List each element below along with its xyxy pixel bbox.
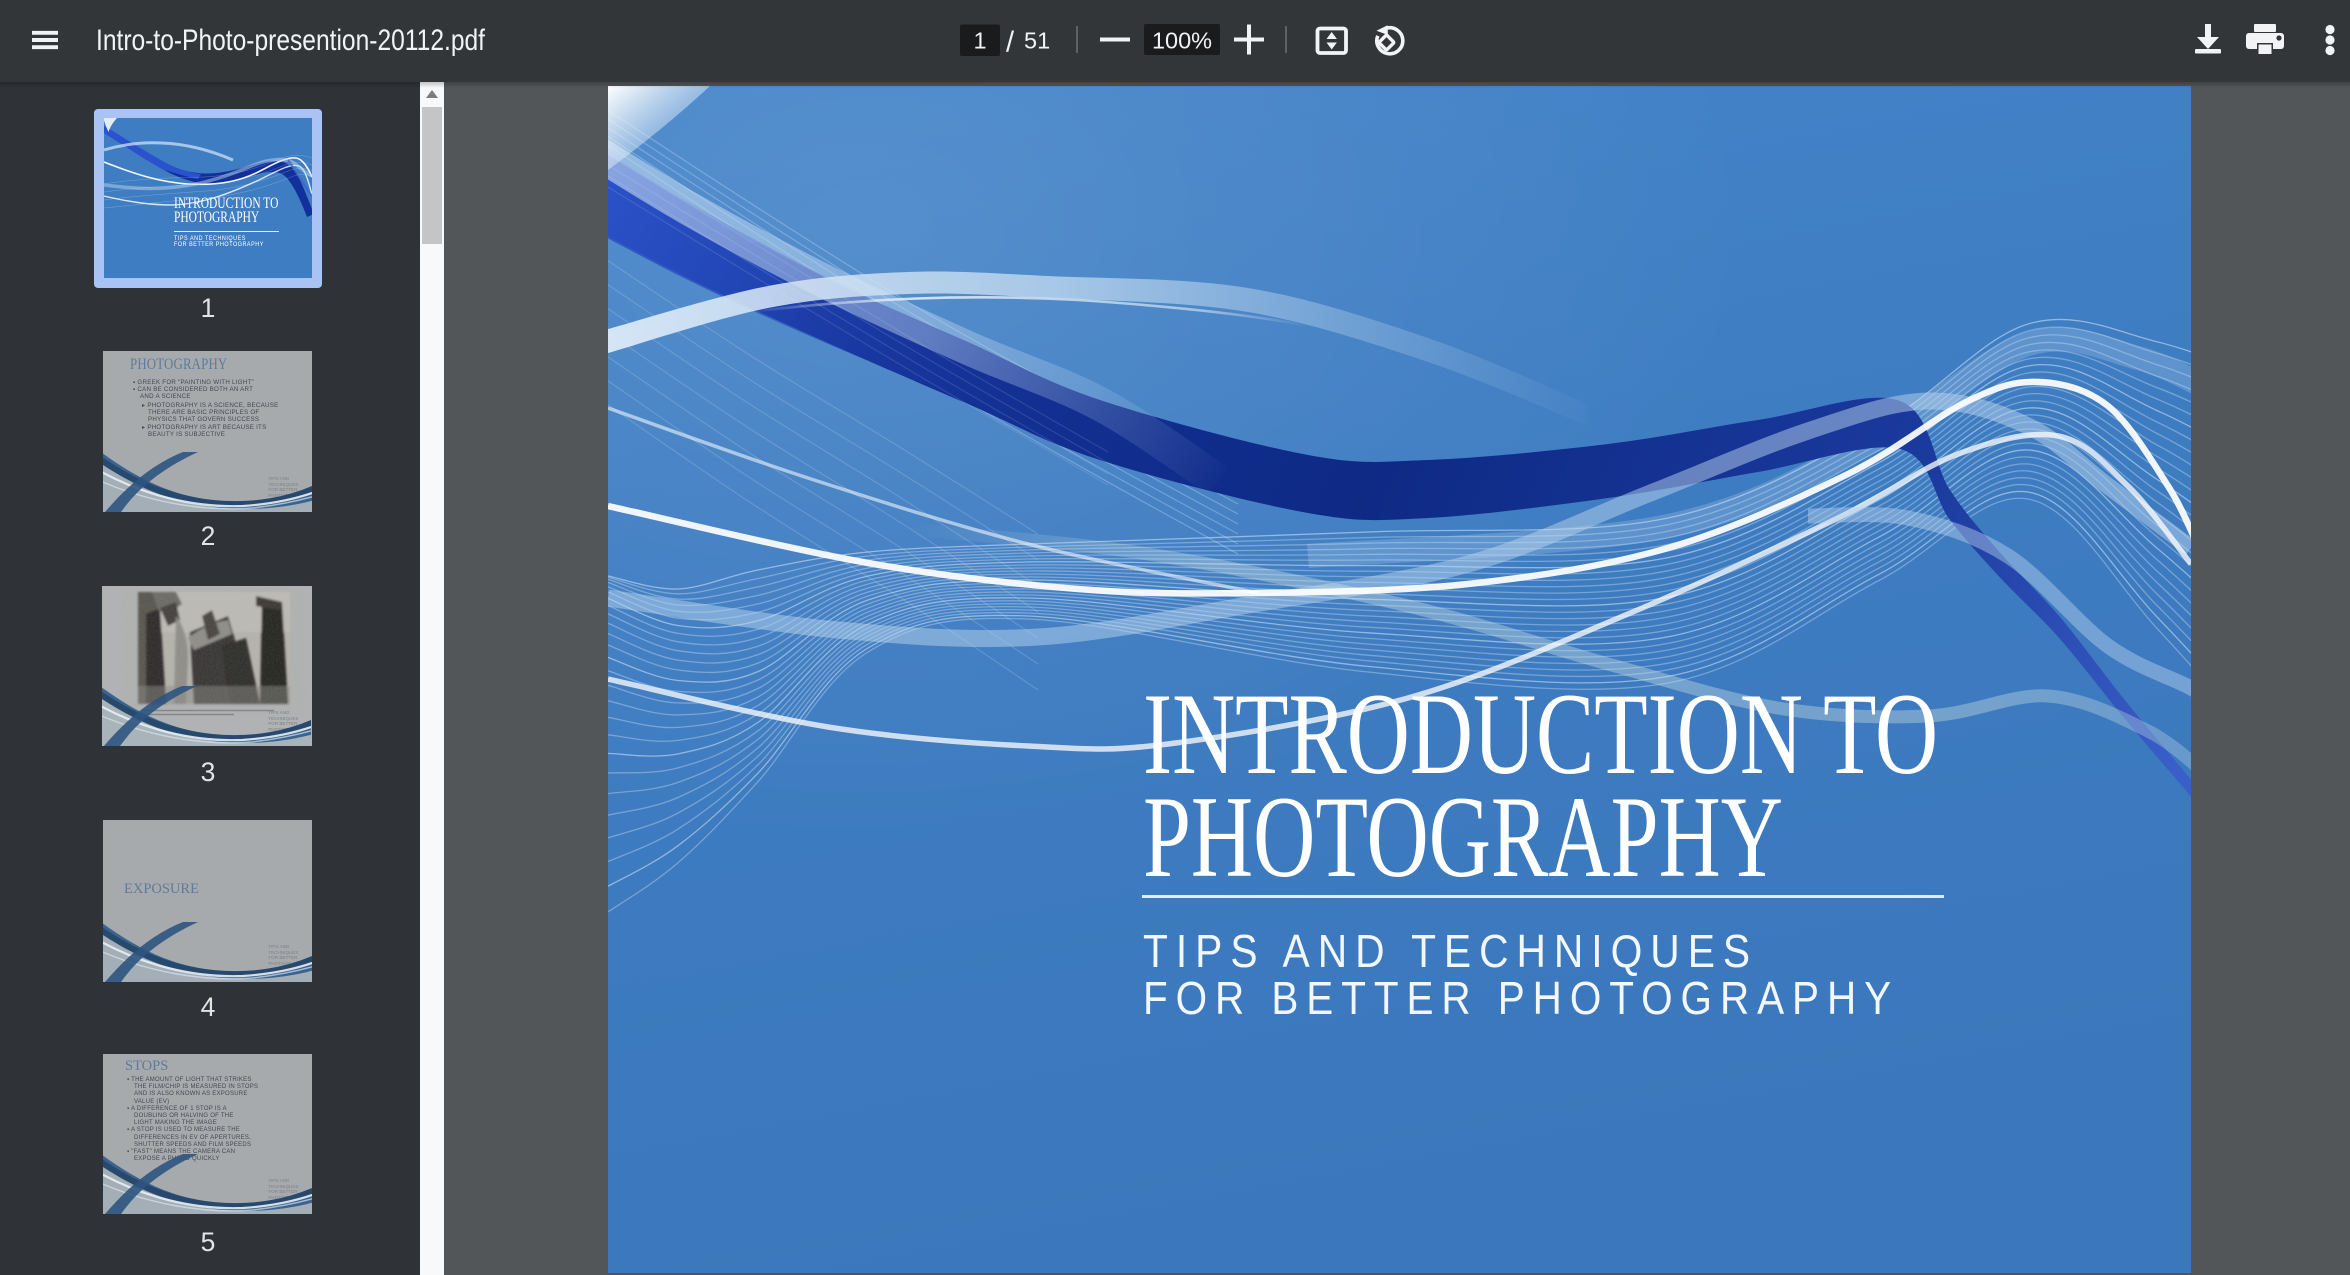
svg-text:51: 51 (1024, 28, 1050, 54)
svg-text:/: / (1006, 27, 1015, 59)
svg-text:Intro-to-Photo-presention-2011: Intro-to-Photo-presention-20112.pdf (96, 24, 486, 57)
svg-text:1: 1 (973, 28, 986, 54)
svg-text:100%: 100% (1152, 28, 1212, 54)
